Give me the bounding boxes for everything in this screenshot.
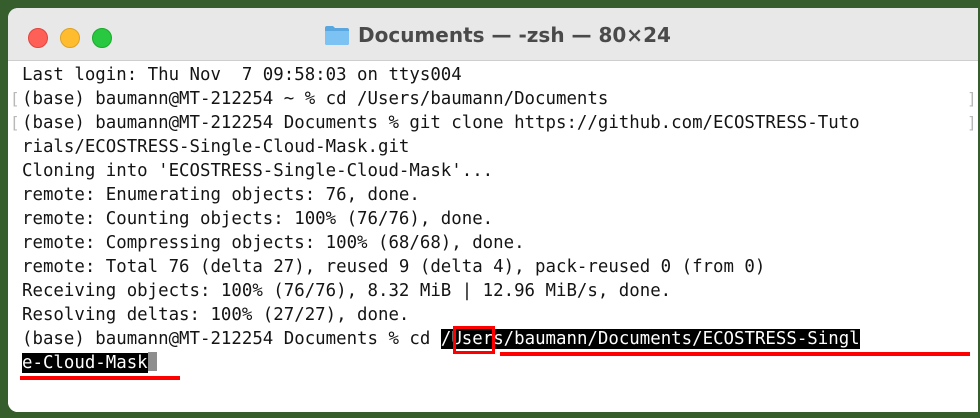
title-bar[interactable]: Documents — -zsh — 80×24 — [8, 8, 978, 61]
zoom-button[interactable] — [92, 28, 112, 48]
terminal-line: Last login: Thu Nov 7 09:58:03 on ttys00… — [22, 65, 462, 85]
mark-bracket-right: ] — [967, 113, 977, 132]
mark-bracket-right: ] — [967, 89, 977, 108]
window-title: Documents — -zsh — 80×24 — [358, 23, 671, 47]
selected-path-continued: e-Cloud-Mask — [22, 353, 148, 373]
terminal-line: Cloning into 'ECOSTRESS-Single-Cloud-Mas… — [22, 161, 494, 181]
terminal-line: (base) baumann@MT-212254 ~ % cd /Users/b… — [22, 89, 609, 109]
terminal-output[interactable]: Last login: Thu Nov 7 09:58:03 on ttys00… — [8, 61, 978, 412]
command-line-continued[interactable]: e-Cloud-Mask — [22, 351, 157, 375]
path-underline — [500, 352, 970, 356]
terminal-line: Receiving objects: 100% (76/76), 8.32 Mi… — [22, 281, 672, 301]
mark-bracket-left: [ — [10, 89, 20, 108]
terminal-line: remote: Counting objects: 100% (76/76), … — [22, 209, 494, 229]
folder-icon — [325, 26, 349, 45]
terminal-line: remote: Total 76 (delta 27), reused 9 (d… — [22, 257, 766, 277]
cd-command: cd — [409, 329, 431, 349]
path-underline-continued — [20, 376, 180, 380]
terminal-line: Resolving deltas: 100% (27/27), done. — [22, 305, 410, 325]
command-line[interactable]: (base) baumann@MT-212254 Documents % cd … — [22, 327, 860, 351]
close-button[interactable] — [28, 28, 48, 48]
text-cursor — [147, 352, 157, 371]
prompt-text: (base) baumann@MT-212254 Documents % — [22, 329, 410, 349]
terminal-line: rials/ECOSTRESS-Single-Cloud-Mask.git — [22, 137, 410, 157]
window-title-group: Documents — -zsh — 80×24 — [324, 20, 671, 50]
mark-bracket-left: [ — [10, 113, 20, 132]
terminal-line: remote: Compressing objects: 100% (68/68… — [22, 233, 525, 253]
terminal-line: remote: Enumerating objects: 76, done. — [22, 185, 420, 205]
selected-path: /Users/baumann/Documents/ECOSTRESS-Singl — [440, 329, 860, 349]
terminal-line: (base) baumann@MT-212254 Documents % git… — [22, 113, 860, 133]
cd-highlight-box — [453, 326, 495, 354]
minimize-button[interactable] — [60, 28, 80, 48]
terminal-window: Documents — -zsh — 80×24 Last login: Thu… — [8, 8, 978, 412]
